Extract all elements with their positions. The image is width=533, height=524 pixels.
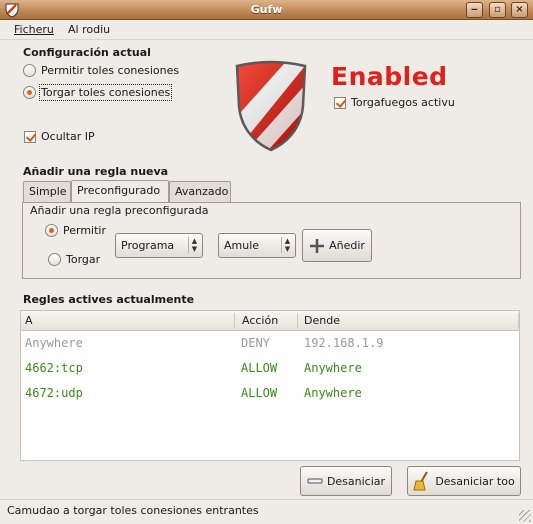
rule-from-cell: Anywhere	[304, 361, 362, 375]
remove-rule-label: Desaniciar	[326, 474, 386, 488]
add-rule-label: Añedir	[329, 239, 365, 252]
close-button[interactable]: ×	[511, 2, 528, 18]
preconfigured-panel-title: Añadir una regla preconfigurada	[30, 204, 209, 217]
menu-bar: Ficheru Al rodiu	[0, 20, 533, 40]
hide-ip-checkbox[interactable]	[24, 130, 36, 143]
tab-preconfigurado[interactable]: Preconfigurado	[71, 180, 169, 202]
shield-icon	[235, 60, 307, 152]
rules-table-header: A Acción Dende	[21, 311, 519, 331]
column-divider[interactable]	[234, 313, 235, 328]
column-header-from[interactable]: Dende	[304, 314, 340, 327]
rule-from-cell: Anywhere	[304, 386, 362, 400]
minimize-button[interactable]: ‒	[466, 2, 483, 18]
remove-all-label: Desaniciar too	[435, 474, 515, 488]
rule-permit-option[interactable]: Permitir	[45, 224, 106, 237]
firewall-active-option[interactable]: Torgafuegos activu	[334, 96, 455, 109]
new-rule-section-title: Añadir una regla nueva	[23, 165, 169, 178]
rule-from-cell: 192.168.1.9	[304, 336, 384, 350]
table-row[interactable]: 4662:tcp ALLOW Anywhere	[21, 356, 519, 380]
rule-deny-label: Torgar	[66, 253, 101, 266]
rule-action-cell: ALLOW	[241, 386, 278, 400]
resize-grip-icon[interactable]	[519, 510, 531, 522]
rule-action-cell: DENY	[241, 336, 270, 350]
window-title: Gufw	[250, 3, 283, 16]
plus-icon	[310, 238, 325, 253]
title-bar[interactable]: Gufw ‒ ▫ ×	[0, 0, 533, 20]
application-select[interactable]: Amule ▲ ▼	[218, 233, 296, 258]
table-row[interactable]: 4672:udp ALLOW Anywhere	[21, 381, 519, 405]
menu-ficheru[interactable]: Ficheru	[14, 23, 54, 36]
rules-section-title: Regles actives actualmente	[23, 293, 195, 306]
remove-all-button[interactable]: Desaniciar too	[407, 466, 521, 496]
allow-all-label: Permitir toles conesiones	[41, 64, 180, 77]
allow-all-radio[interactable]	[23, 64, 36, 77]
deny-all-radio[interactable]	[23, 86, 36, 99]
remove-rule-button[interactable]: Desaniciar	[300, 466, 392, 496]
hide-ip-label: Ocultar IP	[41, 130, 95, 143]
hide-ip-option[interactable]: Ocultar IP	[24, 130, 95, 143]
firewall-status-text: Enabled	[331, 62, 448, 91]
rule-to-cell: Anywhere	[25, 336, 83, 350]
allow-all-option[interactable]: Permitir toles conesiones	[23, 64, 179, 77]
status-text: Camudao a torgar toles conesiones entran…	[7, 504, 259, 517]
rule-to-cell: 4672:udp	[25, 386, 83, 400]
table-row[interactable]: Anywhere DENY 192.168.1.9	[21, 331, 519, 355]
tab-simple[interactable]: Simple	[23, 181, 71, 202]
menu-al-rodiu[interactable]: Al rodiu	[68, 23, 110, 36]
firewall-active-label: Torgafuegos activu	[351, 96, 455, 109]
deny-all-label: Torgar toles conesiones	[38, 84, 173, 101]
maximize-button[interactable]: ▫	[489, 2, 506, 18]
column-divider[interactable]	[518, 313, 519, 328]
tab-avanzado[interactable]: Avanzado	[169, 181, 231, 202]
status-bar: Camudao a torgar toles conesiones entran…	[0, 499, 533, 524]
program-select[interactable]: Programa ▲ ▼	[115, 233, 203, 258]
deny-all-option[interactable]: Torgar toles conesiones	[23, 84, 173, 101]
config-section-title: Configuración actual	[23, 46, 151, 59]
rule-deny-radio[interactable]	[48, 253, 61, 266]
broom-icon	[413, 471, 429, 491]
rules-table: A Acción Dende Anywhere DENY 192.168.1.9…	[20, 310, 520, 461]
column-header-to[interactable]: A	[25, 314, 33, 327]
spin-arrows-icon: ▲ ▼	[188, 237, 198, 253]
rule-deny-option[interactable]: Torgar	[48, 253, 100, 266]
column-divider[interactable]	[297, 313, 298, 328]
spin-arrows-icon: ▲ ▼	[281, 237, 291, 253]
column-header-action[interactable]: Acción	[242, 314, 278, 327]
rule-to-cell: 4662:tcp	[25, 361, 83, 375]
program-select-value: Programa	[121, 239, 175, 252]
rule-permit-label: Permitir	[63, 224, 107, 237]
application-select-value: Amule	[224, 239, 260, 252]
rule-action-cell: ALLOW	[241, 361, 278, 375]
minus-icon	[307, 478, 323, 484]
add-rule-button[interactable]: Añedir	[302, 229, 372, 262]
rule-permit-radio[interactable]	[45, 224, 58, 237]
firewall-active-checkbox[interactable]	[334, 96, 346, 109]
